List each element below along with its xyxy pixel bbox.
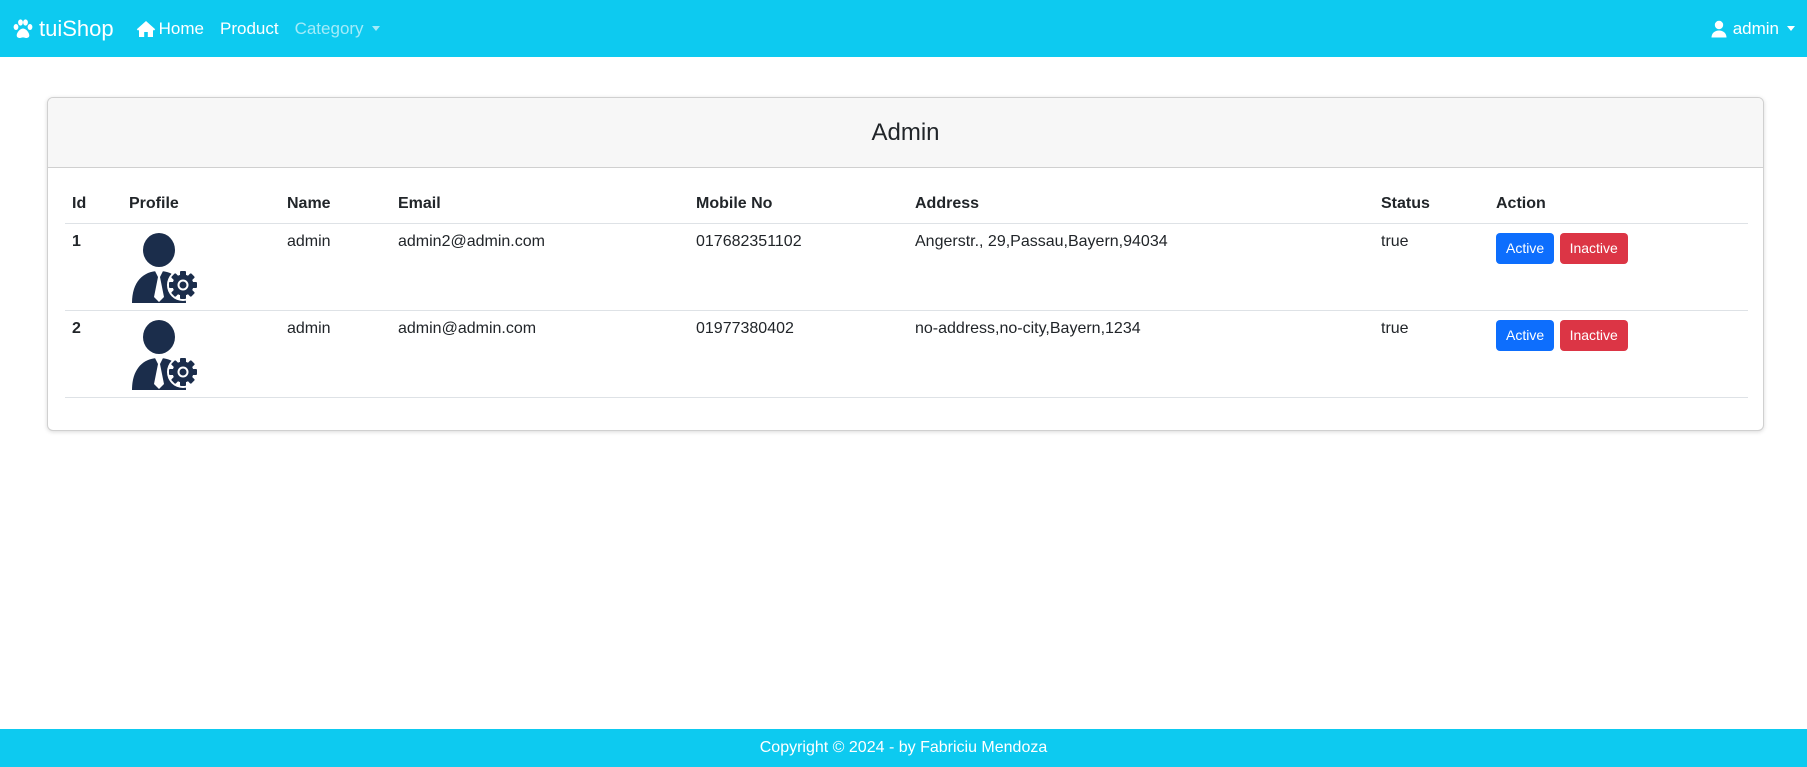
active-button[interactable]: Active	[1496, 232, 1555, 264]
cell-name: admin	[280, 223, 391, 311]
admin-avatar-icon	[132, 319, 199, 390]
nav-product[interactable]: Product	[220, 19, 279, 39]
table-row: 2 admin admin@admin.com 01977380402 no-a…	[65, 310, 1748, 398]
brand-name: tuiShop	[39, 15, 114, 41]
header-address: Address	[908, 186, 1374, 224]
admin-table: Id Profile Name Email Mobile No Address …	[65, 186, 1748, 398]
footer: Copyright © 2024 - by Fabriciu Mendoza	[0, 729, 1807, 767]
inactive-button[interactable]: Inactive	[1559, 232, 1628, 264]
cell-email: admin@admin.com	[391, 310, 689, 398]
cell-profile	[122, 223, 280, 311]
nav-product-label: Product	[219, 18, 279, 38]
cell-status: true	[1374, 223, 1489, 311]
header-email: Email	[391, 186, 689, 224]
nav-category-label: Category	[294, 18, 364, 38]
chevron-down-icon	[1787, 26, 1795, 31]
header-status: Status	[1374, 186, 1489, 224]
admin-avatar-icon	[132, 232, 199, 303]
cell-email: admin2@admin.com	[391, 223, 689, 311]
header-id: Id	[65, 186, 122, 224]
copyright-text: Copyright © 2024 - by Fabriciu Mendoza	[759, 739, 1048, 756]
home-icon	[136, 20, 156, 38]
cell-mobile: 01977380402	[689, 310, 908, 398]
cell-profile	[122, 310, 280, 398]
admin-card: Admin Id Profile Name Email Mobile No Ad…	[47, 97, 1764, 431]
header-name: Name	[280, 186, 391, 224]
nav-home[interactable]: Home	[136, 19, 204, 39]
cell-address: Angerstr., 29,Passau,Bayern,94034	[908, 223, 1374, 311]
cell-action: Active Inactive	[1489, 310, 1748, 398]
nav-category-dropdown[interactable]: Category	[295, 19, 380, 39]
cell-status: true	[1374, 310, 1489, 398]
cell-action: Active Inactive	[1489, 223, 1748, 311]
user-icon	[1710, 20, 1730, 38]
card-title: Admin	[48, 98, 1763, 168]
top-navbar: tuiShop Home Product Category admin	[0, 0, 1807, 57]
header-mobile: Mobile No	[689, 186, 908, 224]
cell-id: 2	[65, 310, 122, 398]
cell-address: no-address,no-city,Bayern,1234	[908, 310, 1374, 398]
cell-id: 1	[65, 223, 122, 311]
paw-icon	[12, 18, 34, 40]
cell-mobile: 017682351102	[689, 223, 908, 311]
chevron-down-icon	[371, 26, 380, 31]
brand-link[interactable]: tuiShop	[12, 16, 114, 42]
header-action: Action	[1489, 186, 1748, 224]
cell-name: admin	[280, 310, 391, 398]
header-profile: Profile	[122, 186, 280, 224]
active-button[interactable]: Active	[1496, 319, 1555, 351]
user-menu-label: admin	[1732, 18, 1779, 38]
inactive-button[interactable]: Inactive	[1559, 319, 1628, 351]
table-header-row: Id Profile Name Email Mobile No Address …	[65, 186, 1748, 224]
user-menu-dropdown[interactable]: admin	[1710, 19, 1795, 39]
nav-home-label: Home	[158, 18, 204, 38]
table-row: 1 admin admin2@admin.com 017682351102 An…	[65, 223, 1748, 311]
